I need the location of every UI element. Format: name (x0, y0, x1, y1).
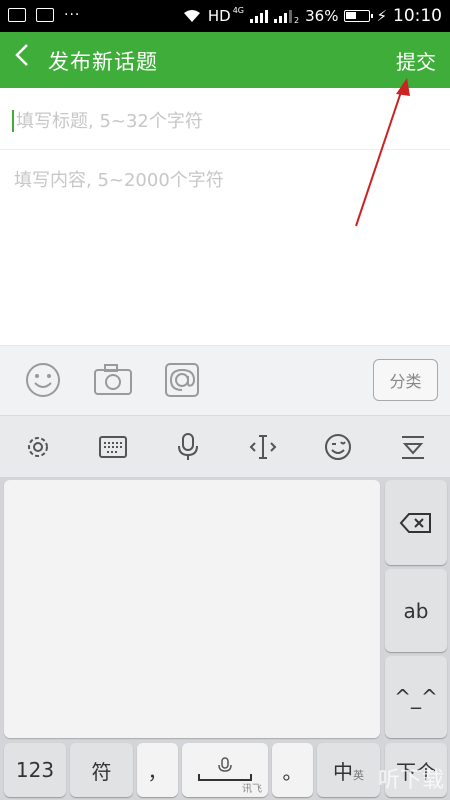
back-button[interactable] (14, 42, 30, 75)
submit-button[interactable]: 提交 (396, 46, 436, 75)
content-field-row (0, 150, 450, 345)
cursor-icon (249, 435, 277, 459)
comma-key[interactable]: ， (137, 743, 178, 797)
language-switch-key[interactable]: 中 英 (317, 743, 380, 797)
keyboard-icon (99, 436, 127, 458)
attachment-toolbar: 分类 (0, 345, 450, 415)
period-key[interactable]: 。 (272, 743, 313, 797)
mic-icon (178, 433, 198, 460)
network-type: HD (207, 7, 231, 25)
backspace-key[interactable] (385, 480, 447, 565)
clock: 10:10 (393, 6, 442, 26)
camera-icon (94, 364, 132, 395)
language-main-label: 中 (333, 759, 353, 784)
ime-brand-label: 讯飞 (242, 784, 262, 795)
hide-keyboard-button[interactable] (395, 429, 431, 465)
notification-icon (8, 8, 26, 22)
signal-icon-2 (274, 9, 293, 23)
cursor-move-button[interactable] (245, 429, 281, 465)
symbols-key[interactable]: 符 (70, 743, 133, 797)
status-bar: ··· HD 4G 2 36% ⚡ 10:10 (0, 0, 450, 32)
keyboard-toolbar (0, 415, 450, 477)
camera-button[interactable] (93, 360, 133, 400)
handwriting-pad[interactable] (4, 480, 380, 738)
page-title: 发布新话题 (48, 50, 158, 74)
title-input[interactable] (14, 106, 434, 136)
space-key[interactable]: 讯飞 (182, 743, 268, 797)
wifi-icon (183, 10, 200, 22)
numbers-key[interactable]: 123 (4, 743, 66, 797)
keyboard-settings-button[interactable] (20, 429, 56, 465)
status-left: ··· (8, 7, 80, 23)
battery-icon (344, 10, 374, 22)
emoji-icon (26, 363, 60, 397)
content-input[interactable] (12, 164, 436, 334)
mention-button[interactable] (162, 360, 202, 400)
title-field-row (0, 88, 450, 150)
app-bar: 发布新话题 提交 (0, 32, 450, 88)
emoticon-icon (325, 434, 351, 460)
emoticon-button[interactable] (320, 429, 356, 465)
language-sub-label: 英 (353, 769, 364, 782)
keyboard: ab ^_^ 123 符 ， 讯飞 。 中 英 下个 听下载 (0, 477, 450, 800)
voice-input-button[interactable] (170, 429, 206, 465)
more-notifications-icon: ··· (64, 7, 81, 23)
category-button[interactable]: 分类 (373, 359, 438, 401)
backspace-icon (399, 512, 431, 533)
ab-key[interactable]: ab (385, 569, 447, 652)
emoji-button[interactable] (23, 360, 63, 400)
collapse-icon (402, 436, 424, 459)
keyboard-layout-button[interactable] (95, 429, 131, 465)
charging-icon: ⚡ (376, 7, 387, 25)
settings-icon (28, 437, 48, 457)
signal-icon-1 (250, 9, 269, 23)
at-icon (165, 363, 199, 397)
image-icon (36, 8, 54, 22)
network-tag-1: 4G (232, 5, 245, 15)
watermark-logo: 听下载 (377, 768, 444, 793)
face-key[interactable]: ^_^ (385, 656, 447, 738)
network-tag-2: 2 (294, 15, 300, 25)
back-arrow-icon (15, 44, 28, 66)
status-right: HD 4G 2 36% ⚡ 10:10 (182, 0, 442, 32)
battery-percent: 36% (305, 7, 339, 25)
